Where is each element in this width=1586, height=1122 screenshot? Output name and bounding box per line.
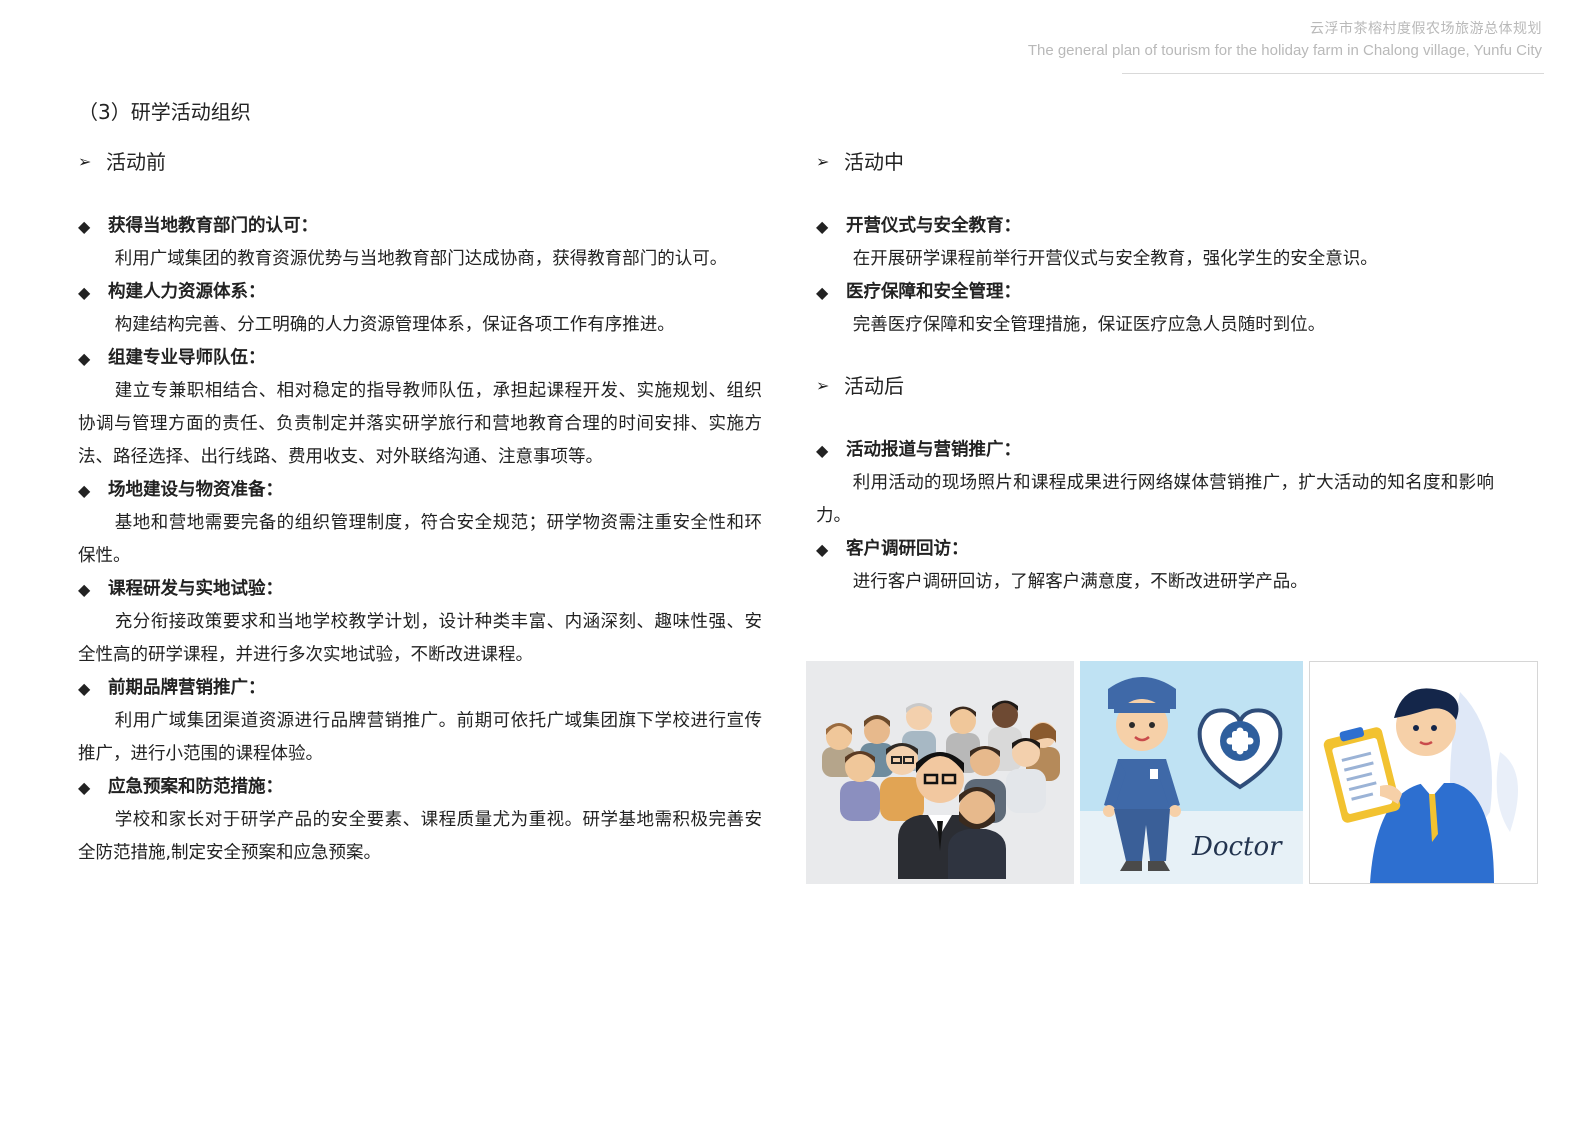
illustration-strip: Doctor [806, 661, 1538, 884]
list-item: ◆ 活动报道与营销推广： 利用活动的现场照片和课程成果进行网络媒体营销推广，扩大活… [816, 434, 1494, 533]
diamond-bullet-icon: ◆ [816, 540, 829, 559]
diamond-bullet-icon: ◆ [78, 349, 91, 368]
item-body: 完善医疗保障和安全管理措施，保证医疗应急人员随时到位。 [852, 315, 1326, 335]
item-body: 构建结构完善、分工明确的人力资源管理体系，保证各项工作有序推进。 [114, 315, 675, 335]
diamond-bullet-icon: ◆ [78, 778, 91, 797]
diamond-bullet-icon: ◆ [816, 441, 829, 460]
phase-title: 活动前 [106, 150, 166, 174]
item-heading: 组建专业导师队伍： [108, 348, 266, 368]
crowd-illustration [806, 661, 1074, 884]
item-body: 充分衔接政策要求和当地学校教学计划，设计种类丰富、内涵深刻、趣味性强、安全性高的… [78, 612, 762, 665]
clipboard-man-illustration [1309, 661, 1538, 884]
item-body: 学校和家长对于研学产品的安全要素、课程质量尤为重视。研学基地需积极完善安全防范措… [78, 810, 762, 863]
column-before: ➢ 活动前 ◆ 获得当地教育部门的认可： 利用广域集团的教育资源优势与当地教育部门… [78, 144, 762, 870]
phase-title: 活动中 [844, 150, 904, 174]
item-body: 利用广域集团的教育资源优势与当地教育部门达成协商，获得教育部门的认可。 [114, 249, 728, 269]
item-heading: 场地建设与物资准备： [108, 480, 283, 500]
diamond-bullet-icon: ◆ [78, 481, 91, 500]
item-body: 基地和营地需要完备的组织管理制度，符合安全规范；研学物资需注重安全性和环保性。 [78, 513, 762, 566]
doctor-illustration: Doctor [1080, 661, 1303, 884]
item-heading: 课程研发与实地试验： [108, 579, 283, 599]
list-item: ◆ 开营仪式与安全教育： 在开展研学课程前举行开营仪式与安全教育，强化学生的安全意… [816, 210, 1494, 276]
item-heading: 医疗保障和安全管理： [846, 282, 1021, 302]
diamond-bullet-icon: ◆ [816, 217, 829, 236]
list-item: ◆ 课程研发与实地试验： 充分衔接政策要求和当地学校教学计划，设计种类丰富、内涵深… [78, 573, 762, 672]
phase-title: 活动后 [844, 374, 904, 398]
person-icon [840, 751, 880, 821]
diamond-bullet-icon: ◆ [78, 217, 91, 236]
item-heading: 前期品牌营销推广： [108, 678, 266, 698]
diamond-bullet-icon: ◆ [78, 283, 91, 302]
doctor-label: Doctor [1191, 832, 1283, 862]
item-heading: 活动报道与营销推广： [846, 440, 1021, 460]
item-heading: 应急预案和防范措施： [108, 777, 283, 797]
item-heading: 开营仪式与安全教育： [846, 216, 1021, 236]
arrow-bullet-icon: ➢ [816, 152, 830, 171]
phase-heading-during: ➢ 活动中 [816, 144, 1494, 180]
phase-heading-before: ➢ 活动前 [78, 144, 762, 180]
item-body: 利用广域集团渠道资源进行品牌营销推广。前期可依托广域集团旗下学校进行宣传推广，进… [78, 711, 762, 764]
list-item: ◆ 医疗保障和安全管理： 完善医疗保障和安全管理措施，保证医疗应急人员随时到位。 [816, 276, 1494, 342]
diamond-bullet-icon: ◆ [78, 679, 91, 698]
list-item: ◆ 构建人力资源体系： 构建结构完善、分工明确的人力资源管理体系，保证各项工作有序… [78, 276, 762, 342]
item-heading: 构建人力资源体系： [108, 282, 266, 302]
list-item: ◆ 应急预案和防范措施： 学校和家长对于研学产品的安全要素、课程质量尤为重视。研学… [78, 771, 762, 870]
list-item: ◆ 场地建设与物资准备： 基地和营地需要完备的组织管理制度，符合安全规范；研学物资… [78, 474, 762, 573]
diamond-bullet-icon: ◆ [78, 580, 91, 599]
arrow-bullet-icon: ➢ [78, 152, 92, 171]
item-heading: 获得当地教育部门的认可： [108, 216, 318, 236]
header-divider [1122, 73, 1544, 74]
arrow-bullet-icon: ➢ [816, 376, 830, 395]
column-during-after: ➢ 活动中 ◆ 开营仪式与安全教育： 在开展研学课程前举行开营仪式与安全教育，强化… [816, 144, 1494, 599]
diamond-bullet-icon: ◆ [816, 283, 829, 302]
list-item: ◆ 前期品牌营销推广： 利用广域集团渠道资源进行品牌营销推广。前期可依托广域集团旗… [78, 672, 762, 771]
item-heading: 客户调研回访： [846, 539, 969, 559]
document-header-title-cn: 云浮市茶榕村度假农场旅游总体规划 [1310, 21, 1542, 37]
phase-heading-after: ➢ 活动后 [816, 368, 1494, 404]
list-item: ◆ 客户调研回访： 进行客户调研回访，了解客户满意度，不断改进研学产品。 [816, 533, 1494, 599]
list-item: ◆ 组建专业导师队伍： 建立专兼职相结合、相对稳定的指导教师队伍，承担起课程开发、… [78, 342, 762, 474]
item-body: 建立专兼职相结合、相对稳定的指导教师队伍，承担起课程开发、实施规划、组织协调与管… [78, 381, 762, 467]
list-item: ◆ 获得当地教育部门的认可： 利用广域集团的教育资源优势与当地教育部门达成协商，获… [78, 210, 762, 276]
section-title: （3）研学活动组织 [78, 100, 251, 124]
item-body: 利用活动的现场照片和课程成果进行网络媒体营销推广，扩大活动的知名度和影响力。 [816, 473, 1494, 526]
document-header-title-en: The general plan of tourism for the holi… [1027, 42, 1542, 59]
item-body: 在开展研学课程前举行开营仪式与安全教育，强化学生的安全意识。 [852, 249, 1378, 269]
item-body: 进行客户调研回访，了解客户满意度，不断改进研学产品。 [852, 572, 1308, 592]
